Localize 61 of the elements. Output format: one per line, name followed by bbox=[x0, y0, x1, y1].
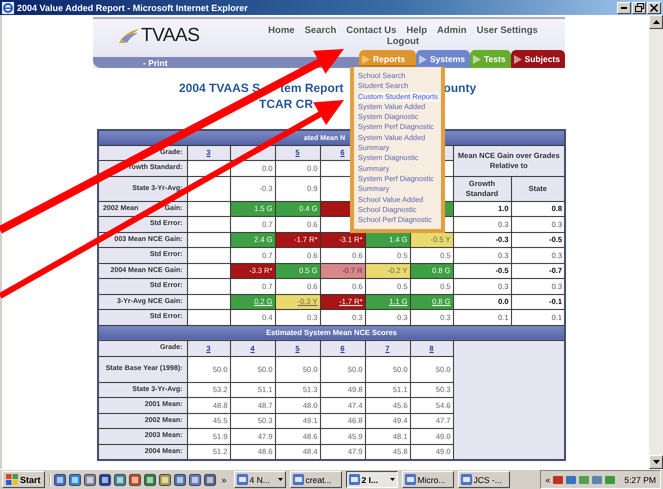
app-icon[interactable] bbox=[114, 474, 126, 486]
app-icon[interactable] bbox=[98, 474, 111, 486]
app-icon[interactable] bbox=[174, 474, 186, 486]
clock: 5:27 PM bbox=[624, 474, 656, 484]
app-icon[interactable] bbox=[84, 474, 96, 486]
nav-link[interactable]: User Settings bbox=[476, 25, 538, 36]
triangle-icon bbox=[472, 54, 481, 64]
restore-button[interactable] bbox=[632, 2, 646, 14]
minimize-icon bbox=[621, 6, 627, 8]
window-icon bbox=[236, 474, 248, 485]
flag-icon bbox=[6, 474, 18, 485]
app-icon[interactable] bbox=[68, 474, 81, 486]
taskbar-button[interactable]: 2 I... bbox=[346, 471, 398, 488]
taskbar-button[interactable]: Micro... bbox=[402, 471, 454, 488]
nav-link[interactable]: Help bbox=[406, 25, 428, 36]
app-icon[interactable] bbox=[54, 474, 66, 486]
triangle-icon bbox=[362, 54, 370, 64]
report-subtitle: TCAR CR bbox=[259, 97, 313, 111]
app-icon[interactable] bbox=[188, 474, 201, 486]
triangle-icon bbox=[514, 54, 522, 64]
start-button[interactable]: Start bbox=[2, 471, 45, 488]
tray-expander[interactable]: « bbox=[545, 474, 550, 484]
restore-icon bbox=[634, 3, 644, 12]
nav-link[interactable]: Search bbox=[304, 25, 336, 36]
minimize-button[interactable] bbox=[617, 2, 631, 14]
tab[interactable]: Systems bbox=[416, 50, 470, 68]
scroll-down-button[interactable] bbox=[649, 455, 663, 469]
window-icon bbox=[460, 474, 472, 485]
window-icon bbox=[292, 474, 304, 485]
nav-link[interactable]: Home bbox=[268, 25, 295, 36]
logo-icon bbox=[118, 26, 140, 44]
triangle-icon bbox=[419, 54, 428, 64]
app-icon[interactable] bbox=[204, 474, 216, 486]
scrollbar[interactable] bbox=[649, 15, 663, 469]
report-title: tem Report bbox=[280, 80, 344, 96]
close-icon bbox=[650, 4, 658, 12]
tray-icon[interactable] bbox=[566, 474, 576, 484]
window-title: 2004 Value Added Report - Microsoft Internet Explorer bbox=[17, 2, 249, 12]
tab[interactable]: Subjects bbox=[510, 50, 565, 68]
taskbar-button[interactable]: JCS -... bbox=[458, 471, 510, 488]
tray-icon[interactable] bbox=[553, 474, 564, 484]
app-icon[interactable] bbox=[158, 474, 171, 486]
nav-link[interactable]: Logout bbox=[386, 36, 420, 47]
down-arrow-icon bbox=[652, 460, 660, 464]
taskbar-button[interactable]: 4 N... bbox=[234, 471, 286, 488]
window-icon bbox=[348, 474, 360, 485]
report-title: ounty bbox=[444, 80, 476, 96]
close-button[interactable] bbox=[647, 2, 661, 14]
logo-text: TVAAS bbox=[141, 24, 200, 46]
window-icon bbox=[404, 474, 416, 485]
more-chevron[interactable]: » bbox=[218, 474, 230, 484]
app-icon[interactable] bbox=[144, 474, 156, 486]
nav-link[interactable]: Admin bbox=[437, 25, 467, 36]
tray-icon[interactable] bbox=[592, 474, 602, 484]
up-arrow-icon bbox=[652, 20, 660, 24]
app-icon[interactable] bbox=[128, 474, 141, 486]
taskbar-button[interactable]: creat... bbox=[290, 471, 342, 488]
nav-link[interactable]: Contact Us bbox=[346, 25, 396, 36]
scroll-up-button[interactable] bbox=[649, 15, 663, 29]
browser-icon bbox=[2, 2, 14, 14]
print-link[interactable]: - Print bbox=[143, 58, 168, 68]
